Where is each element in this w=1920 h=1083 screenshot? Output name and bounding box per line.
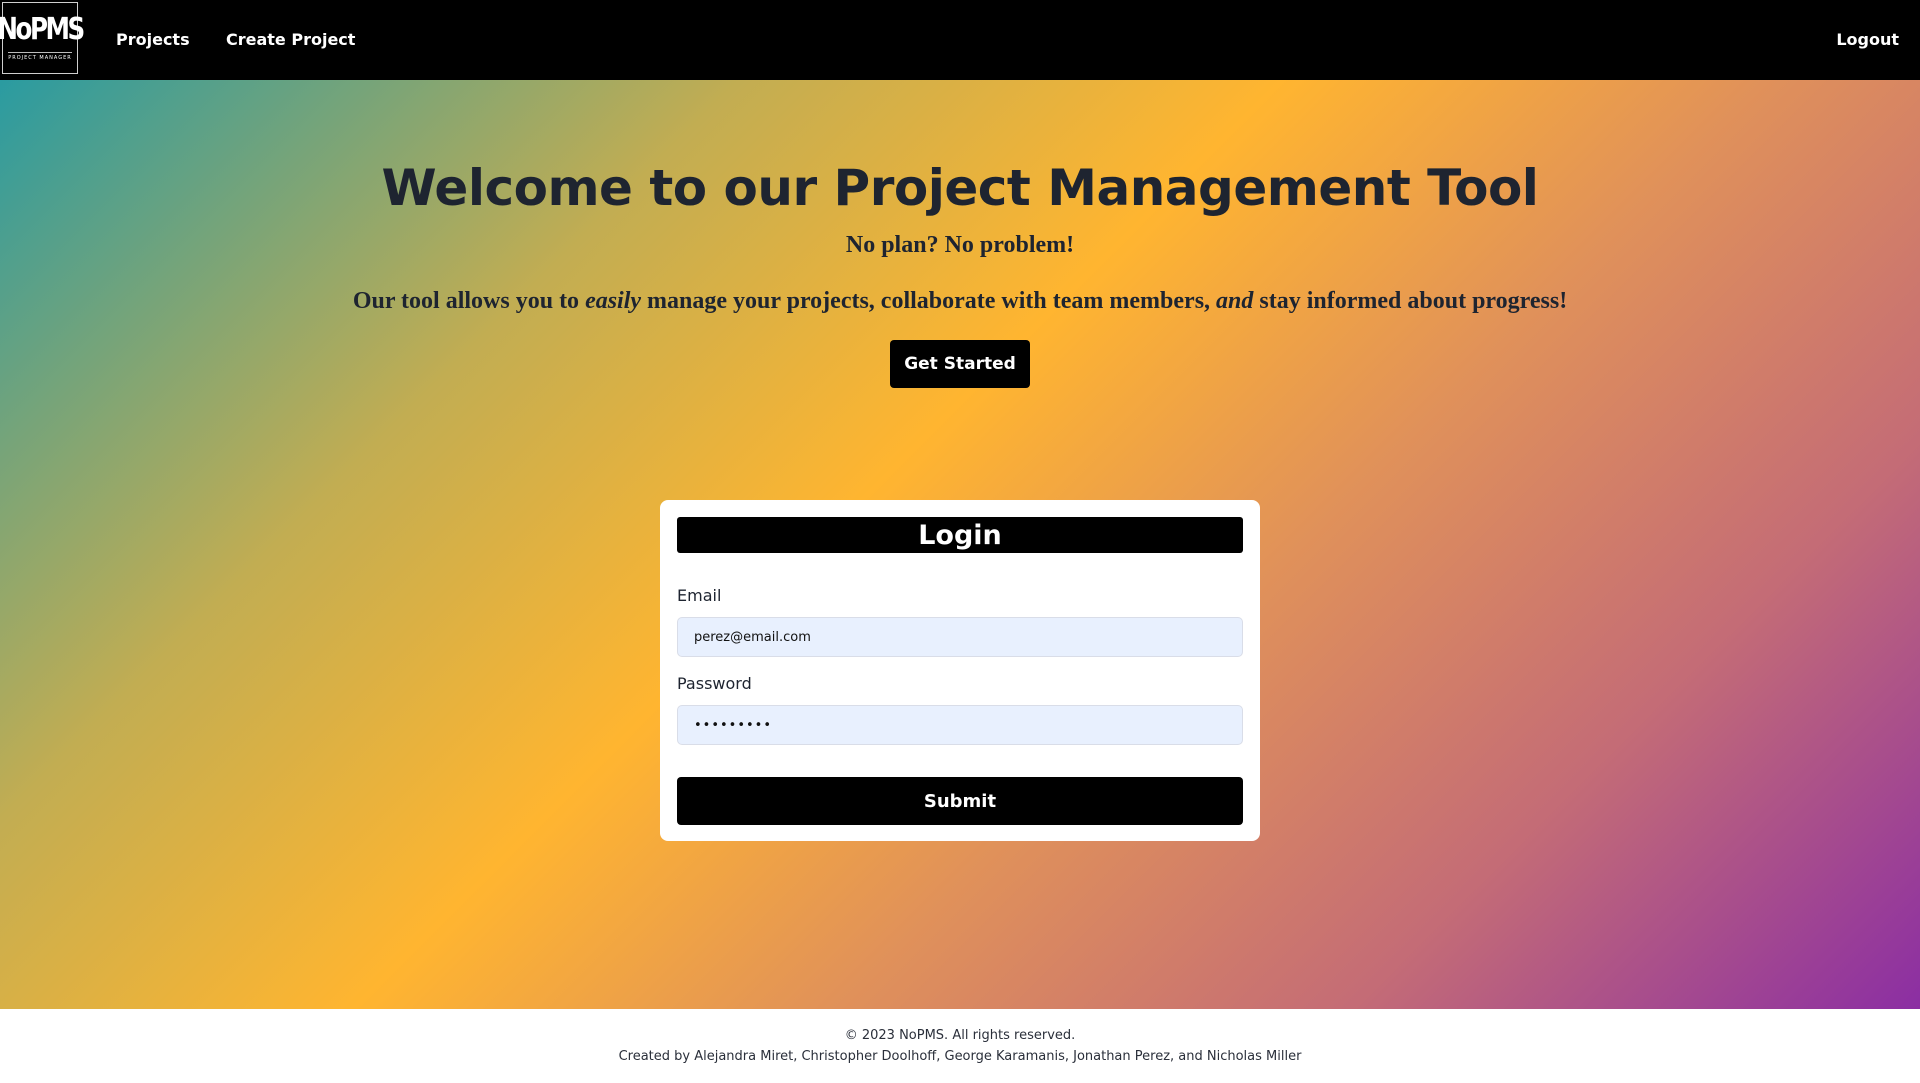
logo-wordmark: NoPMS [0,11,85,47]
footer-credits: Created by Alejandra Miret, Christopher … [618,1049,1302,1064]
page-title: Welcome to our Project Management Tool [381,159,1539,217]
hero-section: Welcome to our Project Management Tool N… [0,80,1920,1009]
hero-tagline: No plan? No problem! [845,232,1075,258]
submit-button[interactable]: Submit [677,777,1243,825]
hero-description-emphasis-and: and [1216,288,1254,314]
nav-projects-link[interactable]: Projects [116,30,190,50]
logo-subtitle: PROJECT MANAGER [8,51,72,61]
hero-description: Our tool allows you to easily manage you… [0,286,1920,316]
email-field[interactable] [677,617,1243,657]
hero-description-part1: Our tool allows you to [352,288,586,314]
hero-description-part2: manage your projects, collaborate with t… [641,288,1217,314]
password-field[interactable] [677,705,1243,745]
nopms-logo[interactable]: NoPMS PROJECT MANAGER [0,2,85,74]
footer-copyright: © 2023 NoPMS. All rights reserved. [844,1028,1076,1043]
get-started-button[interactable]: Get Started [890,340,1030,388]
nav-logout-link[interactable]: Logout [1836,30,1899,50]
page-footer: © 2023 NoPMS. All rights reserved. Creat… [0,1009,1920,1083]
email-label: Email [677,586,722,605]
hero-description-part3: stay informed about progress! [1253,288,1568,314]
login-form: Login Email Password Submit [660,500,1260,841]
nav-create-project-link[interactable]: Create Project [226,30,355,50]
password-label: Password [677,674,752,693]
top-navbar: NoPMS PROJECT MANAGER Projects Create Pr… [0,0,1920,80]
login-title: Login [677,517,1243,553]
hero-description-emphasis-easily: easily [585,288,642,314]
